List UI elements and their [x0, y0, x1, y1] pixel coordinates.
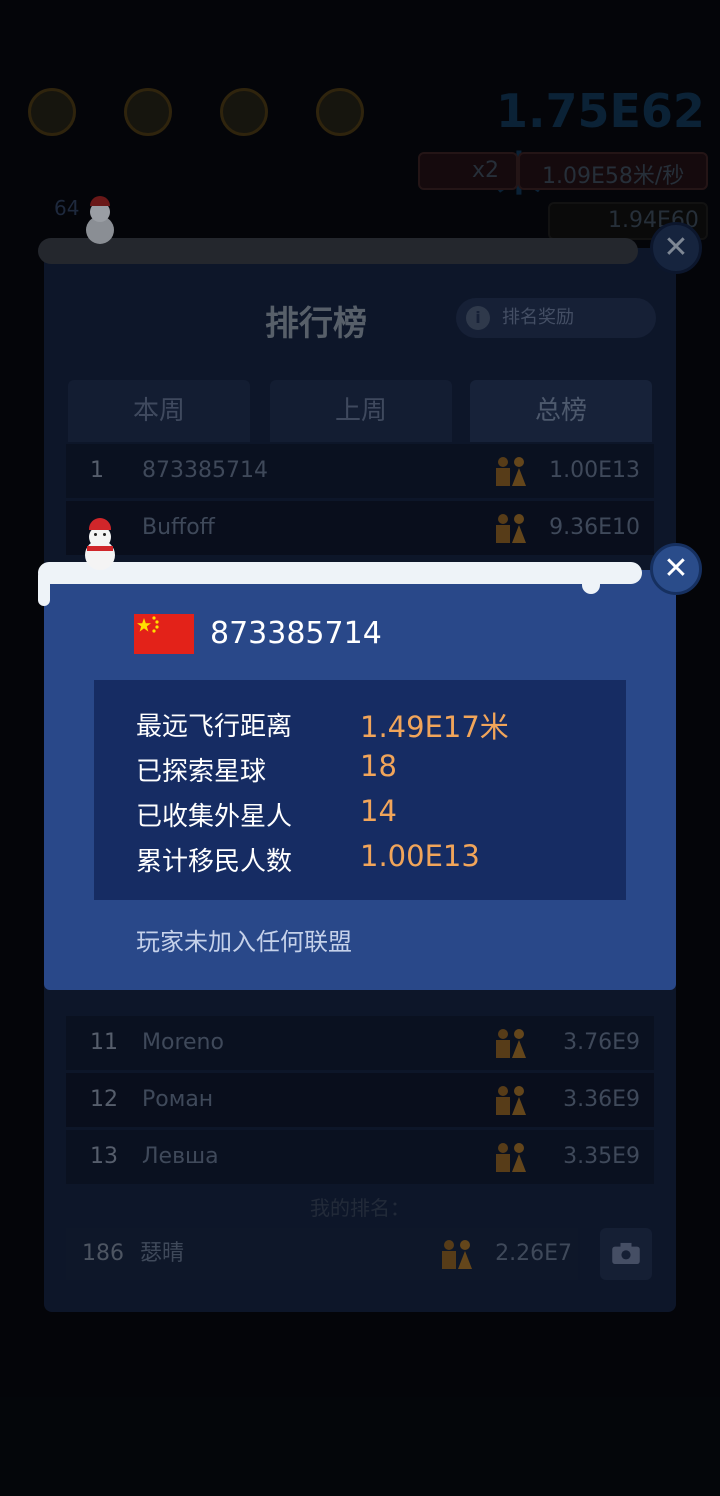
- alliance-status: 玩家未加入任何联盟: [136, 928, 352, 956]
- player-id: 873385714: [210, 616, 382, 651]
- snowman-decoration: [80, 516, 120, 572]
- stat-label-aliens: 已收集外星人: [136, 802, 293, 832]
- china-flag-icon: [134, 614, 194, 654]
- stat-label-planets: 已探索星球: [136, 757, 267, 787]
- stat-label-migrants: 累计移民人数: [136, 847, 293, 877]
- snowman-decoration: [80, 196, 120, 248]
- stat-value-aliens: 14: [360, 794, 397, 828]
- stat-value-planets: 18: [360, 749, 397, 783]
- stat-value-max-distance: 1.49E17米: [360, 710, 509, 744]
- popup-close-button[interactable]: ✕: [650, 543, 702, 595]
- snow-cap-decoration: [38, 562, 642, 584]
- snow-drip-decoration: [582, 572, 600, 594]
- flag-stars-icon: [137, 616, 159, 633]
- snow-drip-decoration: [38, 570, 50, 606]
- stat-label-max-distance: 最远飞行距离: [136, 712, 293, 742]
- stat-value-migrants: 1.00E13: [360, 839, 480, 873]
